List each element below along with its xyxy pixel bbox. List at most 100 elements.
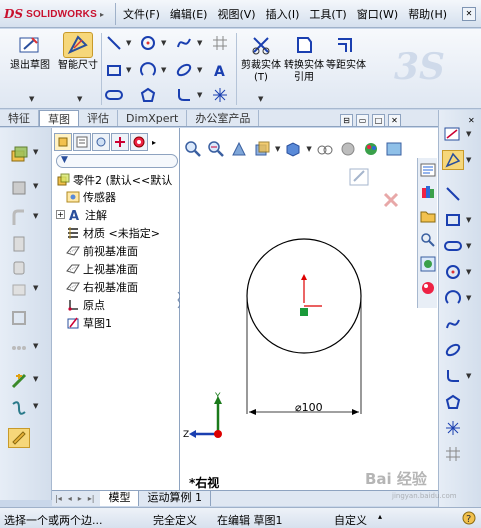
tab-evaluate[interactable]: 评估 — [79, 110, 118, 126]
toolbar-close-icon[interactable]: ✕ — [468, 116, 475, 125]
tree-item-origin[interactable]: 原点 — [66, 296, 105, 313]
tab-model[interactable]: 模型 — [100, 491, 140, 506]
tree-item-top-plane[interactable]: 上视基准面 — [66, 260, 138, 277]
units-chevron-up-icon[interactable]: ▴ — [378, 512, 382, 521]
solidworks-resources-icon[interactable] — [420, 162, 436, 181]
rectangle-icon[interactable] — [104, 61, 124, 79]
dimxpert-manager-tab-icon[interactable] — [111, 133, 129, 151]
tile-icon[interactable]: ▭ — [356, 114, 369, 127]
circle-icon[interactable] — [442, 262, 464, 282]
appearances-icon[interactable] — [420, 280, 436, 299]
property-manager-tab-icon[interactable] — [73, 133, 91, 151]
extrude-icon[interactable] — [8, 144, 30, 164]
tab-motion-study-1[interactable]: 运动算例 1 — [139, 491, 211, 506]
menu-tools[interactable]: 工具(T) — [304, 5, 351, 23]
tree-item-right-plane[interactable]: 右视基准面 — [66, 278, 138, 295]
chevron-down-icon[interactable]: ▼ — [33, 402, 38, 410]
restore-icon[interactable]: ⊟ — [340, 114, 353, 127]
ellipse-icon[interactable] — [442, 340, 464, 360]
chevron-down-icon[interactable]: ▼ — [197, 66, 202, 74]
chevron-down-icon[interactable]: ▼ — [161, 39, 166, 47]
point-icon[interactable] — [442, 418, 464, 438]
circle-icon[interactable] — [138, 34, 158, 52]
slot-icon[interactable] — [104, 86, 124, 104]
filter-box[interactable]: ▼ — [56, 154, 178, 168]
polygon-icon[interactable] — [442, 392, 464, 412]
tab-office-products[interactable]: 办公室产品 — [187, 110, 260, 126]
spline-icon[interactable] — [174, 34, 194, 52]
polygon-icon[interactable] — [138, 86, 158, 104]
convert-entities-button[interactable]: 转换实体引用 — [283, 32, 325, 92]
tab-scroll-last-icon[interactable]: ▸| — [85, 494, 101, 503]
solidworks-logo[interactable]: DS SOLIDWORKS ▸ — [4, 5, 114, 23]
chevron-down-icon[interactable]: ▼ — [33, 284, 38, 292]
chevron-down-icon[interactable]: ▼ — [466, 372, 471, 380]
expand-plus-icon[interactable]: + — [56, 210, 65, 219]
chevron-down-icon[interactable]: ▼ — [466, 130, 471, 138]
revolve-icon[interactable] — [8, 178, 30, 198]
chevron-down-icon[interactable]: ▼ — [466, 156, 471, 164]
design-library-icon[interactable] — [420, 184, 436, 203]
boundary-icon[interactable] — [8, 258, 30, 278]
trim-entities-button[interactable]: 剪裁实体(T) — [240, 32, 282, 92]
chevron-down-icon[interactable]: ▼ — [197, 39, 202, 47]
curves-icon[interactable] — [8, 398, 30, 418]
chevron-down-icon[interactable]: ▼ — [33, 148, 38, 156]
tree-item-sensors[interactable]: 传感器 — [66, 188, 116, 205]
chevron-right-icon[interactable]: ▸ — [149, 133, 159, 151]
display-manager-tab-icon[interactable] — [130, 133, 148, 151]
maximize-icon[interactable]: □ — [372, 114, 385, 127]
smart-dimension-icon[interactable] — [442, 150, 464, 170]
chevron-down-icon[interactable]: ▼ — [197, 91, 202, 99]
shell-icon[interactable] — [8, 308, 30, 328]
sweep-icon[interactable] — [8, 208, 30, 228]
point-icon[interactable] — [210, 86, 230, 104]
circle-center-point[interactable] — [300, 308, 308, 316]
spline-icon[interactable] — [442, 314, 464, 334]
sketch-mode-icon[interactable] — [442, 124, 464, 144]
menu-file[interactable]: 文件(F) — [118, 5, 165, 23]
feature-manager-tab-icon[interactable] — [54, 133, 72, 151]
arc-icon[interactable] — [442, 288, 464, 308]
chevron-down-icon[interactable]: ▼ — [33, 182, 38, 190]
help-icon[interactable]: ? — [462, 511, 476, 528]
chevron-down-icon[interactable]: ▼ — [126, 39, 131, 47]
offset-entities-button[interactable]: 等距实体 — [326, 32, 366, 92]
chevron-down-icon[interactable]: ▼ — [466, 294, 471, 302]
ellipse-icon[interactable] — [174, 61, 194, 79]
chevron-down-icon[interactable]: ▼ — [33, 212, 38, 220]
tree-item-front-plane[interactable]: 前视基准面 — [66, 242, 138, 259]
tree-item-annotations[interactable]: + A 注解 — [56, 206, 107, 223]
tree-item-sketch1[interactable]: 草图1 — [66, 314, 112, 331]
rib-icon[interactable] — [8, 371, 30, 391]
tab-scroll-prev-icon[interactable]: ◂ — [65, 494, 75, 503]
tab-dimxpert[interactable]: DimXpert — [118, 110, 188, 126]
grid-icon[interactable] — [210, 34, 230, 52]
chevron-down-icon[interactable]: ▼ — [29, 95, 34, 103]
menu-edit[interactable]: 编辑(E) — [165, 5, 213, 23]
tab-scroll-next-icon[interactable]: ▸ — [75, 494, 85, 503]
tab-scroll-first-icon[interactable]: |◂ — [52, 494, 65, 503]
chevron-down-icon[interactable]: ▼ — [258, 95, 263, 103]
tab-sketch[interactable]: 草图 — [39, 110, 79, 126]
view-palette-icon[interactable] — [420, 256, 436, 275]
chevron-down-icon[interactable]: ▼ — [33, 342, 38, 350]
menu-view[interactable]: 视图(V) — [212, 5, 260, 23]
configuration-manager-tab-icon[interactable] — [92, 133, 110, 151]
menu-insert[interactable]: 插入(I) — [261, 5, 305, 23]
chevron-down-icon[interactable]: ▼ — [466, 216, 471, 224]
exit-sketch-button[interactable]: 退出草图 — [8, 32, 52, 92]
file-explorer-icon[interactable] — [420, 208, 436, 227]
arc-icon[interactable] — [138, 61, 158, 79]
slot-icon[interactable] — [442, 236, 464, 256]
tab-features[interactable]: 特征 — [0, 110, 39, 126]
line-icon[interactable] — [442, 184, 464, 204]
chevron-down-icon[interactable]: ▼ — [77, 95, 82, 103]
fillet-feature-icon[interactable] — [8, 280, 30, 300]
text-icon[interactable]: A — [210, 61, 230, 79]
pin-icon[interactable]: ✕ — [462, 7, 476, 21]
close-icon[interactable]: ✕ — [388, 114, 401, 127]
status-units[interactable]: 自定义 — [334, 512, 367, 528]
tree-item-material[interactable]: 材质 <未指定> — [66, 224, 160, 241]
rectangle-icon[interactable] — [442, 210, 464, 230]
